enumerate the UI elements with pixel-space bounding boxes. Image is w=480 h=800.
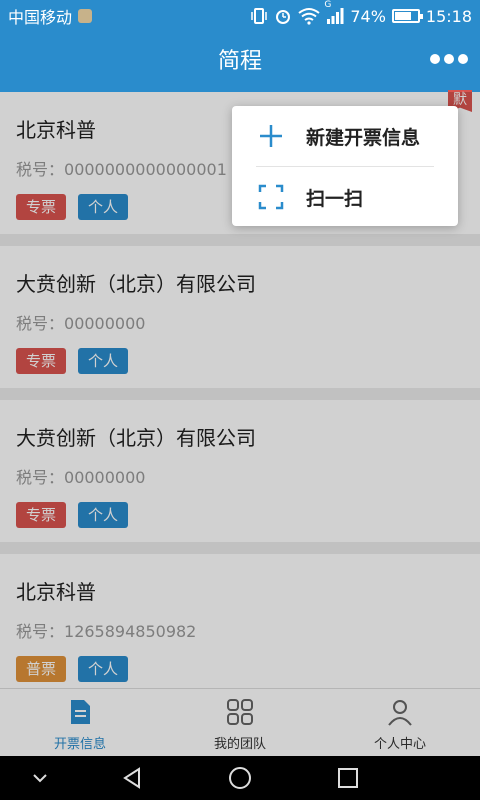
menu-item-new-invoice[interactable]: 新建开票信息 <box>232 106 458 166</box>
battery-icon <box>391 9 423 23</box>
chevron-down-icon[interactable] <box>28 766 52 790</box>
carrier-name: 中国移动 <box>8 8 73 27</box>
plus-icon <box>256 121 286 151</box>
back-icon[interactable] <box>120 766 144 790</box>
menu-item-scan[interactable]: 扫一扫 <box>232 167 458 227</box>
battery-fill <box>394 12 412 20</box>
status-bar: 中国移动 G 74% 15:18 <box>0 0 480 32</box>
clock: 15:18 <box>425 6 472 26</box>
recents-icon[interactable] <box>336 766 360 790</box>
carrier-group: 中国移动 <box>8 4 93 28</box>
status-icons: G 74% 15:18 <box>250 0 472 26</box>
carrier-badge-icon <box>78 9 93 23</box>
battery-percent: 74% <box>350 6 386 26</box>
alarm-icon <box>274 6 292 26</box>
wifi-icon <box>298 6 320 26</box>
app-header: 简程 <box>0 32 480 92</box>
popup-menu: 新建开票信息 扫一扫 <box>232 106 458 226</box>
vibrate-icon <box>250 6 268 26</box>
home-icon[interactable] <box>228 766 252 790</box>
system-nav-bar <box>0 756 480 800</box>
menu-item-label: 新建开票信息 <box>306 126 421 149</box>
more-menu-icon[interactable] <box>430 54 468 64</box>
menu-item-label: 扫一扫 <box>306 187 364 210</box>
scan-icon <box>256 182 286 212</box>
page-title: 简程 <box>217 49 262 74</box>
signal-icon: G <box>324 0 344 26</box>
network-type-label: G <box>324 0 332 10</box>
